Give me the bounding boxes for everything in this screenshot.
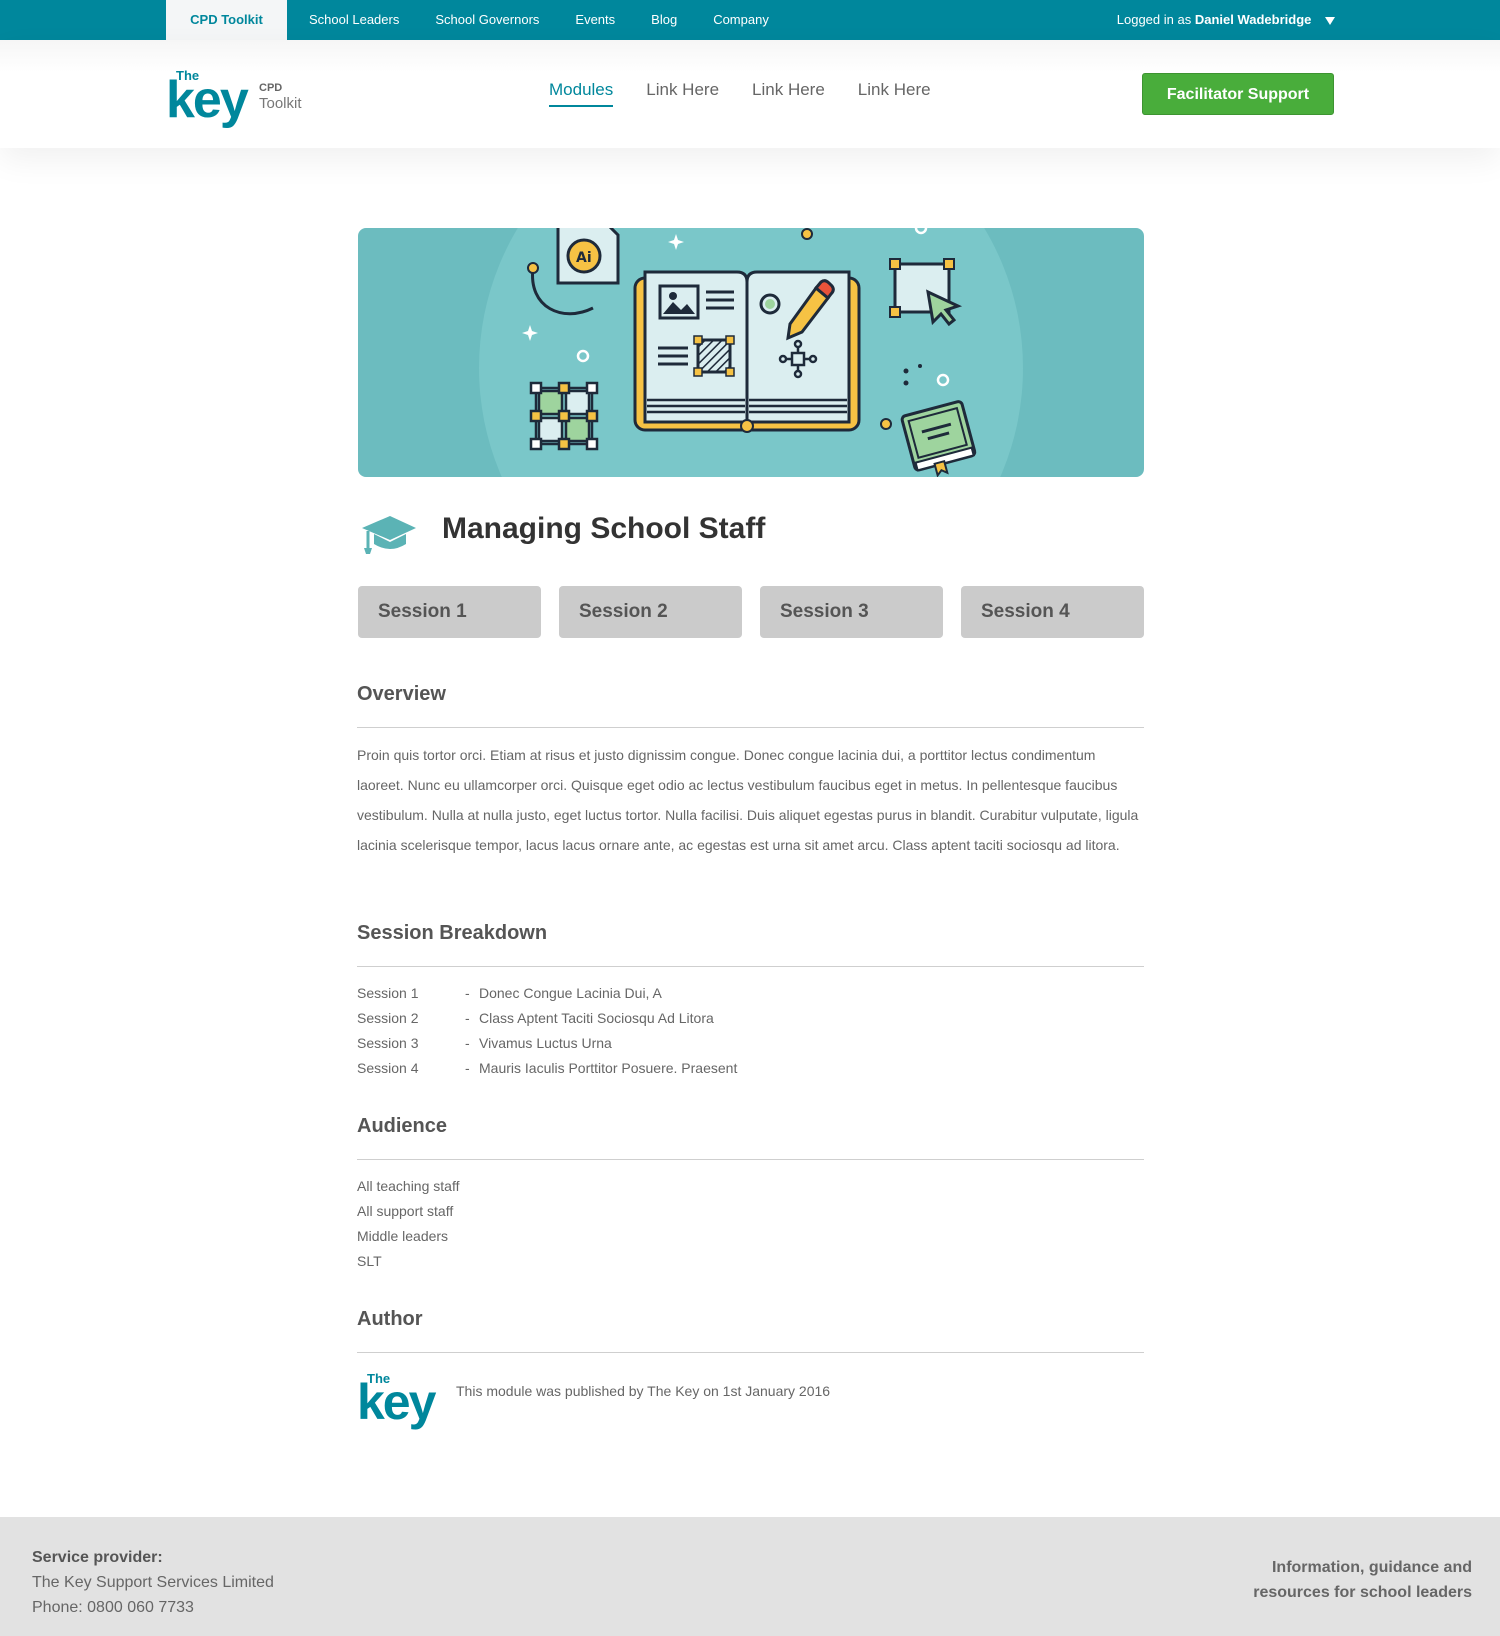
site-footer: Service provider: The Key Support Servic… <box>0 1517 1500 1636</box>
provider-name: The Key Support Services Limited <box>32 1574 274 1591</box>
audience-heading: Audience <box>357 1115 448 1137</box>
list-item: Session 1 - Donec Congue Lacinia Dui, A <box>357 981 1144 1006</box>
dash: - <box>465 985 470 1001</box>
open-book-icon <box>633 270 861 433</box>
nav-link-3[interactable]: Link Here <box>858 80 931 107</box>
overview-text: Proin quis tortor orci. Etiam at risus e… <box>357 747 1139 853</box>
breakdown-heading: Session Breakdown <box>357 922 548 944</box>
dash: - <box>465 1010 470 1026</box>
logo-toolkit: Toolkit <box>259 95 302 112</box>
provider-phone: Phone: 0800 060 7733 <box>32 1599 194 1616</box>
breakdown-text: Donec Congue Lacinia Dui, A <box>479 985 662 1001</box>
provider-label: Service provider: <box>32 1549 163 1566</box>
overview-heading: Overview <box>357 683 446 705</box>
session-tabs: Session 1 Session 2 Session 3 Session 4 <box>358 586 1144 638</box>
session-tab-1[interactable]: Session 1 <box>358 586 541 638</box>
session-tab-2[interactable]: Session 2 <box>559 586 742 638</box>
breakdown-label: Session 2 <box>357 1010 419 1026</box>
breakdown-text: Vivamus Luctus Urna <box>479 1035 612 1051</box>
site-logo[interactable]: The key CPD Toolkit <box>166 68 316 129</box>
author-row: The key This module was published by The… <box>357 1353 1144 1433</box>
list-item: All teaching staff <box>357 1178 460 1194</box>
graduation-cap-icon <box>362 516 416 554</box>
top-nav-cpd-toolkit[interactable]: CPD Toolkit <box>166 0 287 40</box>
list-item: SLT <box>357 1253 382 1269</box>
list-item: Session 3 - Vivamus Luctus Urna <box>357 1031 1144 1056</box>
top-nav: CPD Toolkit School Leaders School Govern… <box>166 0 787 40</box>
author-heading: Author <box>357 1308 423 1330</box>
divider <box>357 1159 1144 1160</box>
dash: - <box>465 1035 470 1051</box>
footer-provider: Service provider: The Key Support Servic… <box>32 1545 274 1620</box>
top-nav-school-governors[interactable]: School Governors <box>417 0 557 40</box>
book-illustration: Ai <box>479 228 1023 477</box>
breakdown-list: Session 1- Donec Congue Lacinia Dui, A Se… <box>357 981 1144 1081</box>
author-section: Author The key This module was published… <box>357 1308 1144 1433</box>
main-nav: Modules Link Here Link Here Link Here <box>549 80 964 107</box>
list-item: Session 4 - Mauris Iaculis Porttitor Posue… <box>357 1056 1144 1081</box>
breakdown-label: Session 4 <box>357 1060 419 1076</box>
svg-text:Ai: Ai <box>576 250 592 266</box>
grid-icon <box>529 381 599 451</box>
overview-section: Overview Proin quis tortor orci. Etiam a… <box>357 683 1144 860</box>
list-item: Middle leaders <box>357 1228 449 1244</box>
nav-link-2[interactable]: Link Here <box>752 80 825 107</box>
session-tab-3[interactable]: Session 3 <box>760 586 943 638</box>
author-logo: The key <box>357 1371 447 1431</box>
list-item: All support staff <box>357 1203 454 1219</box>
module-title-row: Managing School Staff <box>358 504 1144 560</box>
top-nav-blog[interactable]: Blog <box>633 0 695 40</box>
account-menu[interactable]: Logged in as Daniel Wadebridge <box>1117 0 1335 40</box>
top-bar: CPD Toolkit School Leaders School Govern… <box>0 0 1500 40</box>
breakdown-label: Session 3 <box>357 1035 419 1051</box>
audience-list: All teaching staff All support staff Mid… <box>357 1174 1144 1274</box>
page-title: Managing School Staff <box>442 512 766 545</box>
author-text: This module was published by The Key on … <box>456 1383 831 1399</box>
author-logo-key: key <box>357 1374 436 1430</box>
top-nav-events[interactable]: Events <box>557 0 633 40</box>
logo-cpd: CPD <box>259 82 283 94</box>
caret-down-icon <box>1325 16 1335 25</box>
facilitator-support-button[interactable]: Facilitator Support <box>1142 73 1334 115</box>
list-item: Session 2 - Class Aptent Taciti Sociosqu A… <box>357 1006 1144 1031</box>
divider <box>357 727 1144 728</box>
audience-section: Audience All teaching staff All support … <box>357 1115 1144 1274</box>
breakdown-text: Mauris Iaculis Porttitor Posuere. Praese… <box>479 1060 738 1076</box>
nav-link-1[interactable]: Link Here <box>646 80 719 107</box>
top-nav-company[interactable]: Company <box>695 0 787 40</box>
nav-modules[interactable]: Modules <box>549 80 614 107</box>
site-header: The key CPD Toolkit Modules Link Here Li… <box>0 40 1500 148</box>
account-prefix: Logged in as <box>1116 12 1192 27</box>
divider <box>357 966 1144 967</box>
tagline-line-1: Information, guidance and <box>1271 1559 1472 1576</box>
dash: - <box>465 1060 470 1076</box>
tagline-line-2: resources for school leaders <box>1253 1584 1472 1601</box>
breakdown-label: Session 1 <box>357 985 419 1001</box>
breakdown-text: Class Aptent Taciti Sociosqu Ad Litora <box>479 1010 714 1026</box>
account-name: Daniel Wadebridge <box>1194 12 1312 27</box>
top-nav-school-leaders[interactable]: School Leaders <box>287 0 417 40</box>
breakdown-section: Session Breakdown Session 1- Donec Congue… <box>357 922 1144 1081</box>
footer-tagline: Information, guidance and resources for … <box>1212 1555 1472 1605</box>
session-tab-4[interactable]: Session 4 <box>961 586 1144 638</box>
logo-key: key <box>166 71 249 129</box>
hero-banner: Ai <box>358 228 1144 477</box>
